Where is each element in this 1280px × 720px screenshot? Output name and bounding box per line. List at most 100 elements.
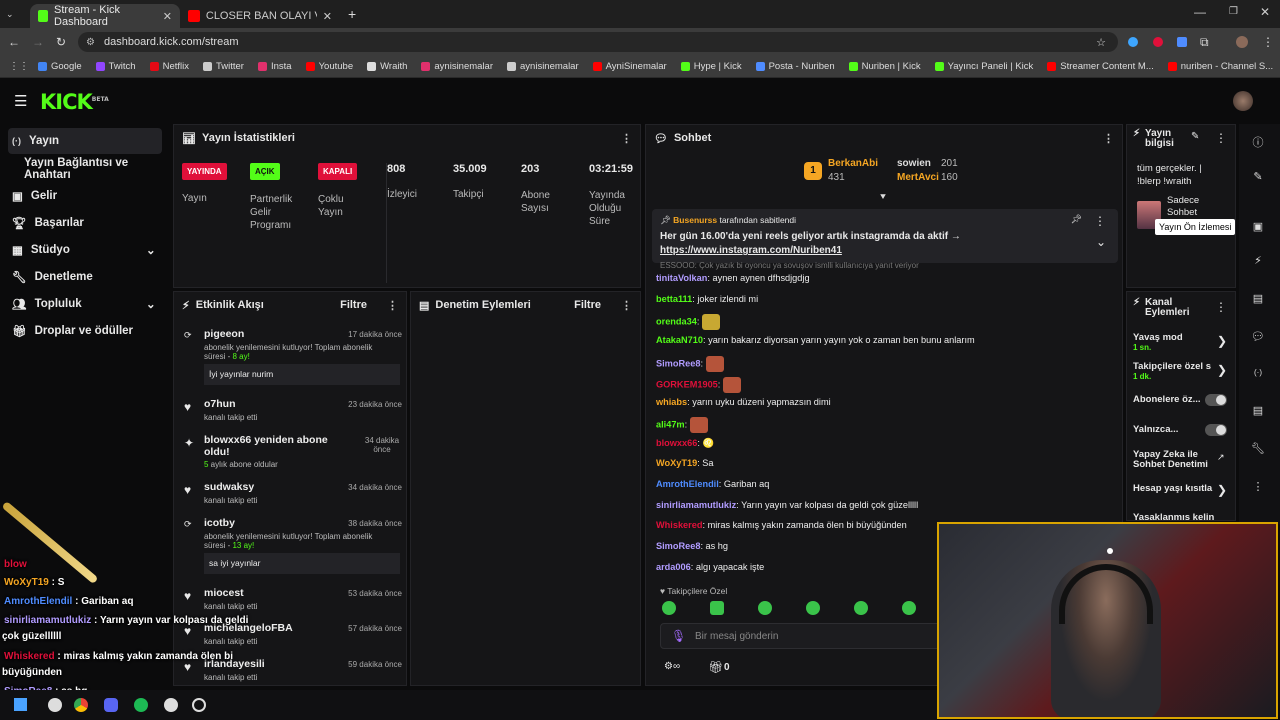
chat-username[interactable]: arda006 — [656, 562, 691, 572]
chat-username[interactable]: SimoRee8 — [656, 358, 700, 368]
wrench-icon[interactable]: 🔧︎ — [1248, 442, 1268, 462]
apps-grid-icon[interactable]: ⋮⋮ — [9, 61, 29, 72]
more-options-icon[interactable]: ⋮ — [387, 299, 398, 312]
chat-username[interactable]: AmrothElendil — [656, 479, 719, 489]
chat-username[interactable]: orenda34 — [656, 316, 697, 326]
toggle-switch[interactable] — [1205, 424, 1227, 436]
action-follower-only[interactable]: Takipçilere özel s... 1 dk. ❯ — [1133, 361, 1233, 381]
discord-app-icon[interactable] — [104, 698, 118, 712]
bookmark-star-icon[interactable]: ☆ — [1096, 36, 1106, 49]
bookmark-item[interactable]: Google — [38, 61, 82, 72]
bookmark-item[interactable]: Streamer Content M... — [1047, 61, 1154, 72]
site-info-icon[interactable]: ⚙ — [86, 37, 95, 48]
bookmark-item[interactable]: Twitter — [202, 61, 244, 72]
preview-icon[interactable]: ▣ — [1248, 220, 1268, 240]
close-icon[interactable]: ✕ — [163, 10, 172, 23]
filter-button[interactable]: Filtre — [574, 299, 601, 311]
bookmark-item[interactable]: AyniSinemalar — [592, 61, 667, 72]
broadcast-icon[interactable]: (·) — [1248, 368, 1268, 388]
sidebar-item-topluluk[interactable]: 👥︎ Topluluk ⌄ — [0, 290, 170, 317]
new-tab-icon[interactable]: + — [348, 6, 356, 22]
sidebar-item-droplar[interactable]: 🎁︎ Droplar ve ödüller — [0, 317, 170, 344]
emote-icon[interactable] — [710, 601, 724, 615]
window-close-icon[interactable]: ✕ — [1260, 5, 1270, 19]
emote-icon[interactable] — [662, 601, 676, 615]
extensions-puzzle-icon[interactable]: ⧉ — [1200, 35, 1209, 50]
more-options-icon[interactable]: ⋮ — [1103, 132, 1114, 145]
profile-icon[interactable] — [1236, 36, 1248, 48]
bookmark-item[interactable]: Twitch — [95, 61, 136, 72]
filter-button[interactable]: Filtre — [340, 299, 367, 311]
hamburger-menu-icon[interactable]: ☰ — [14, 92, 27, 110]
document-icon[interactable]: ▤ — [1248, 292, 1268, 312]
archive-icon[interactable]: ▤ — [1248, 404, 1268, 424]
app-icon[interactable] — [48, 698, 62, 712]
sidebar-item-studyo[interactable]: ▦ Stüdyo ⌄ — [0, 236, 170, 263]
action-account-age[interactable]: Hesap yaşı kısıtla ❯ — [1133, 483, 1233, 497]
tab-kick-dashboard[interactable]: Stream - Kick Dashboard ✕ — [30, 4, 180, 28]
action-ai-moderation[interactable]: Yapay Zeka ile Sohbet Denetimi ↗ — [1133, 450, 1233, 470]
bookmark-item[interactable]: Netflix — [149, 61, 189, 72]
sidebar-item-stream-key[interactable]: Yayın Bağlantısı ve Anahtarı — [0, 155, 170, 182]
bookmark-item[interactable]: nuriben - Channel S... — [1167, 61, 1273, 72]
chat-username[interactable]: ali47m — [656, 419, 685, 429]
chat-username[interactable]: GORKEM1905 — [656, 379, 718, 389]
bookmark-item[interactable]: Hype | Kick — [680, 61, 742, 72]
chat-username[interactable]: tinitaVolkan — [656, 273, 707, 283]
bookmark-item[interactable]: Posta - Nuriben — [755, 61, 835, 72]
more-options-icon[interactable]: ⋮ — [621, 132, 632, 145]
extension-icon[interactable] — [1153, 37, 1163, 47]
sidebar-item-yayin[interactable]: (·) Yayın — [8, 128, 162, 154]
tab-youtube-video[interactable]: CLOSER BAN OLAYI VE SONRA... ✕ — [180, 4, 340, 28]
lightning-icon[interactable]: ⚡︎ — [1248, 254, 1268, 274]
back-icon[interactable]: ← — [8, 35, 20, 49]
pinned-link[interactable]: https://www.instagram.com/Nuriben41 — [660, 245, 1110, 256]
bookmark-item[interactable]: aynisinemalar — [421, 61, 493, 72]
more-options-icon[interactable]: ⋮ — [1215, 131, 1227, 145]
more-options-icon[interactable]: ⋮ — [621, 299, 632, 312]
edit-pencil-icon[interactable]: ✎ — [1191, 131, 1199, 142]
chat-username[interactable]: SimoRee8 — [656, 541, 700, 551]
collapse-icon[interactable]: ⯆ — [879, 192, 887, 203]
emote-icon[interactable] — [854, 601, 868, 615]
microphone-icon[interactable]: 🎙︎ — [671, 629, 686, 643]
app-icon[interactable] — [164, 698, 178, 712]
reload-icon[interactable]: ↻ — [56, 35, 66, 49]
maximize-icon[interactable]: ❐ — [1229, 6, 1238, 17]
action-sub-only[interactable]: Abonelere öz... — [1133, 394, 1233, 406]
sidebar-item-basarilar[interactable]: 🏆︎ Başarılar — [0, 209, 170, 236]
settings-icon[interactable]: ⚙︎∞ — [664, 661, 680, 672]
chat-username[interactable]: AtakaN710 — [656, 335, 703, 345]
bookmark-item[interactable]: Insta — [257, 61, 292, 72]
sidebar-item-gelir[interactable]: ▣ Gelir — [0, 182, 170, 209]
close-icon[interactable]: ✕ — [323, 10, 332, 23]
action-slow-mode[interactable]: Yavaş mod 1 sn. ❯ — [1133, 332, 1233, 352]
extension-icon[interactable] — [1128, 37, 1138, 47]
bookmark-item[interactable]: aynisinemalar — [507, 61, 579, 72]
info-icon[interactable]: ⓘ — [1248, 134, 1268, 154]
bookmark-item[interactable]: Yayıncı Paneli | Kick — [934, 61, 1033, 72]
more-options-icon[interactable]: ⋮ — [1094, 214, 1106, 228]
chat-username[interactable]: WoXyT19 — [656, 458, 697, 468]
browser-menu-icon[interactable]: ⋮ — [1262, 35, 1274, 49]
chat-username[interactable]: sinirliamamutlukiz — [656, 500, 736, 510]
more-options-icon[interactable]: ⋮ — [1248, 480, 1268, 500]
tab-search-icon[interactable]: ⌄ — [6, 9, 24, 20]
more-options-icon[interactable]: ⋮ — [1215, 300, 1227, 314]
bookmark-item[interactable]: Nuriben | Kick — [848, 61, 921, 72]
emote-icon[interactable] — [902, 601, 916, 615]
chat-icon[interactable]: 💬︎ — [1248, 330, 1268, 350]
windows-start-icon[interactable] — [14, 698, 27, 711]
emote-icon[interactable] — [758, 601, 772, 615]
forward-icon[interactable]: → — [32, 35, 44, 49]
bookmark-item[interactable]: Youtube — [305, 61, 353, 72]
bookmark-item[interactable]: Wraith — [367, 61, 407, 72]
extension-icon[interactable] — [1177, 37, 1187, 47]
chat-username[interactable]: blowxx66 — [656, 438, 697, 448]
action-emote-only[interactable]: Yalnızca... — [1133, 424, 1233, 436]
chat-username[interactable]: Whiskered — [656, 520, 702, 530]
chrome-app-icon[interactable] — [74, 698, 88, 712]
url-input[interactable]: ⚙ dashboard.kick.com/stream ☆ — [78, 32, 1118, 52]
gift-icon[interactable]: 🎁︎ — [708, 660, 723, 674]
chat-username[interactable]: whiabs — [656, 397, 687, 407]
